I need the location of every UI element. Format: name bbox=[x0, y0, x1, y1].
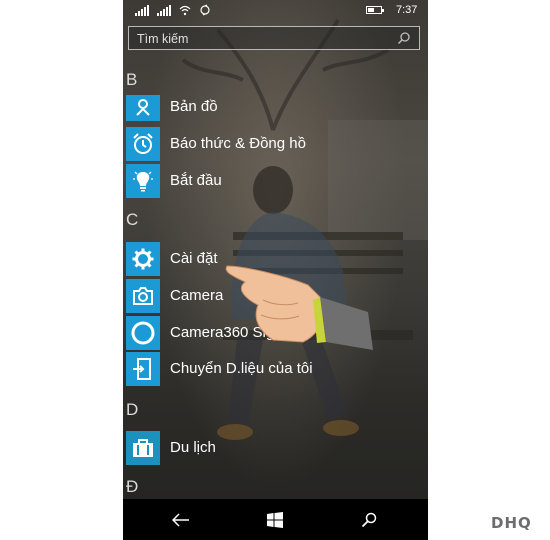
section-letter-dd[interactable]: Đ bbox=[126, 477, 138, 497]
status-time: 7:37 bbox=[396, 4, 418, 16]
alarm-clock-icon bbox=[133, 133, 153, 154]
windows-icon bbox=[267, 511, 283, 528]
sync-icon bbox=[200, 4, 210, 16]
battery-icon bbox=[366, 6, 384, 14]
app-item-chuyen-du-lieu[interactable]: Chuyển D.liệu của tôi bbox=[126, 352, 426, 386]
travel-tile bbox=[126, 431, 160, 465]
app-item-ban-do[interactable]: Bản đồ bbox=[126, 95, 426, 129]
camera360-tile bbox=[126, 316, 160, 350]
camera-tile bbox=[126, 279, 160, 313]
app-label: Báo thức & Đồng hồ bbox=[170, 135, 306, 152]
app-label: Camera bbox=[170, 287, 224, 304]
section-letter-d[interactable]: D bbox=[126, 400, 138, 420]
lightbulb-icon bbox=[133, 171, 153, 192]
search-input[interactable] bbox=[137, 31, 387, 47]
app-item-camera[interactable]: Camera bbox=[126, 279, 426, 313]
signal-icon bbox=[135, 4, 149, 16]
app-item-bat-dau[interactable]: Bắt đầu bbox=[126, 164, 426, 198]
app-item-du-lich[interactable]: Du lịch bbox=[126, 431, 426, 465]
map-icon bbox=[136, 99, 150, 116]
app-label: Camera360 Sight bbox=[170, 324, 287, 341]
map-tile bbox=[126, 95, 160, 121]
app-label: Bắt đầu bbox=[170, 172, 222, 189]
alarm-tile bbox=[126, 127, 160, 161]
camera-icon bbox=[133, 287, 153, 305]
app-item-bao-thuc[interactable]: Báo thức & Đồng hồ bbox=[126, 127, 426, 161]
phone-screen: 7:37 B Bản đồ Báo thức & Đồng hồ bbox=[123, 0, 428, 540]
section-letter-c[interactable]: C bbox=[126, 210, 138, 230]
app-label: Du lịch bbox=[170, 439, 216, 456]
app-item-camera360[interactable]: Camera360 Sight bbox=[126, 316, 426, 350]
watermark: DHQ bbox=[491, 514, 532, 532]
camera360-icon bbox=[131, 321, 155, 345]
gear-icon bbox=[132, 248, 154, 270]
app-label: Cài đặt bbox=[170, 250, 218, 267]
wifi-icon bbox=[179, 5, 191, 16]
section-letter-b[interactable]: B bbox=[126, 70, 137, 90]
search-icon[interactable] bbox=[397, 31, 411, 45]
search-icon bbox=[361, 512, 377, 527]
search-nav-button[interactable] bbox=[339, 499, 399, 540]
tips-tile bbox=[126, 164, 160, 198]
status-bar: 7:37 bbox=[123, 0, 428, 22]
settings-tile bbox=[126, 242, 160, 276]
suitcase-icon bbox=[133, 439, 153, 457]
app-label: Chuyển D.liệu của tôi bbox=[170, 360, 313, 377]
transfer-icon bbox=[133, 358, 151, 380]
app-label: Bản đồ bbox=[170, 98, 218, 115]
navigation-bar bbox=[123, 499, 428, 540]
signal-icon-2 bbox=[157, 4, 171, 16]
search-box[interactable] bbox=[128, 26, 420, 50]
app-item-cai-dat[interactable]: Cài đặt bbox=[126, 242, 426, 276]
back-icon bbox=[172, 512, 189, 527]
back-button[interactable] bbox=[151, 499, 211, 540]
start-button[interactable] bbox=[245, 499, 305, 540]
transfer-tile bbox=[126, 352, 160, 386]
